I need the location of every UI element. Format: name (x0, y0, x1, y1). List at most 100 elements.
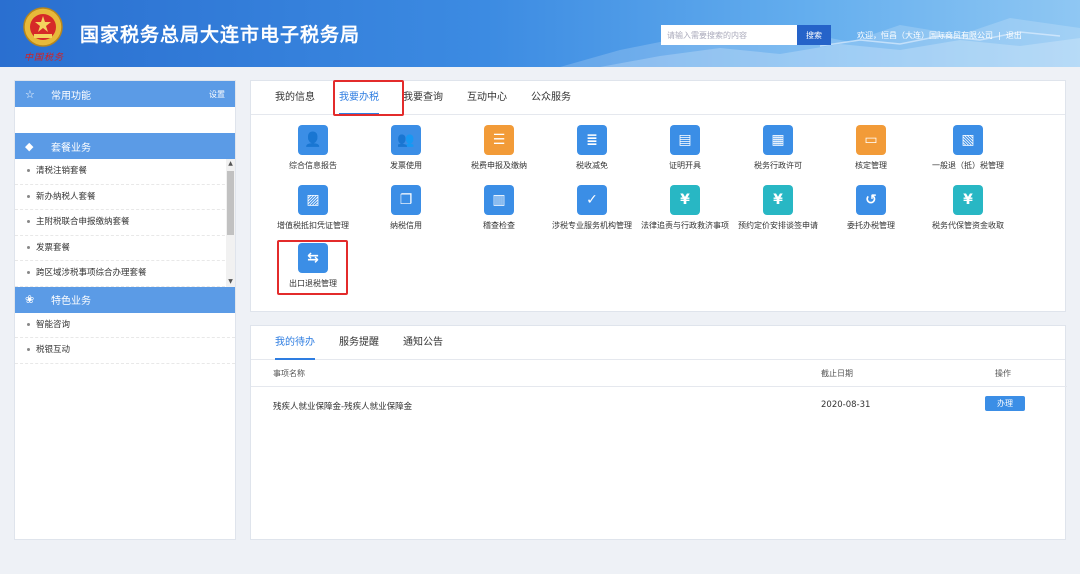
bullet-icon (27, 348, 30, 351)
doc-stamp-icon: ▨ (298, 185, 328, 215)
tab-interaction[interactable]: 互动中心 (457, 81, 517, 114)
special-item-label: 智能咨询 (36, 319, 71, 330)
tax-emblem-icon (23, 7, 63, 47)
site-header: 中国税务 国家税务总局大连市电子税务局 搜索 欢迎，恒昌（大连）国际商贸有限公司… (0, 0, 1080, 67)
todo-panel: 我的待办 服务提醒 通知公告 事项名称 截止日期 操作 残疾人就业保障金-残疾人… (250, 325, 1067, 540)
bullet-icon (27, 322, 30, 326)
certificate-icon: ▤ (670, 125, 700, 155)
service-item[interactable]: ▭ 核定管理 (824, 125, 918, 171)
logout-link[interactable]: 退出 (1006, 31, 1022, 40)
people-icon: 👥 (391, 125, 421, 155)
doc-copy-icon: ❐ (391, 185, 421, 215)
service-item[interactable]: ▦ 税务行政许可 (731, 125, 825, 171)
package-item-label: 新办纳税人套餐 (36, 191, 96, 202)
service-item[interactable]: ❐ 纳税信用 (359, 185, 453, 231)
package-item-label: 跨区域涉税事项综合办理套餐 (36, 268, 147, 278)
common-functions-title: 常用功能 (51, 90, 91, 102)
service-label: 纳税信用 (390, 221, 422, 230)
search-input[interactable] (661, 25, 797, 45)
settings-link[interactable]: 设置 (209, 89, 225, 100)
highlight-box-tab (333, 80, 404, 116)
package-item[interactable]: 清税注销套餐 (15, 159, 235, 185)
package-item[interactable]: 主附税联合申报缴纳套餐 (15, 210, 235, 236)
scroll-down-icon[interactable]: ▼ (226, 277, 235, 287)
common-functions-list (15, 107, 235, 133)
yen-search-icon: ¥ (670, 185, 700, 215)
service-item[interactable]: ≣ 税收减免 (545, 125, 639, 171)
tab-service-reminder[interactable]: 服务提醒 (329, 326, 389, 359)
package-item[interactable]: 发票套餐 (15, 236, 235, 261)
tab-notice[interactable]: 通知公告 (393, 326, 453, 359)
special-header: ❀ 特色业务 (15, 286, 235, 313)
sidebar: ☆ 常用功能 设置 ◆ 套餐业务 清税注销套餐 新办纳税人套餐 主附税联合申报缴… (14, 80, 236, 540)
stack-icon: ☰ (484, 125, 514, 155)
service-label: 税务行政许可 (754, 161, 802, 170)
bullet-icon (27, 245, 30, 249)
scroll-up-icon[interactable]: ▲ (226, 159, 235, 169)
service-label: 综合信息报告 (289, 161, 337, 170)
service-label: 涉税专业服务机构管理 (552, 221, 632, 230)
history-icon: ↺ (856, 185, 886, 215)
service-item[interactable]: 👥 发票使用 (359, 125, 453, 171)
doc-person-icon: ▦ (763, 125, 793, 155)
site-title: 国家税务总局大连市电子税务局 (80, 24, 361, 46)
layers-icon: ◆ (25, 139, 34, 153)
handle-button[interactable]: 办理 (985, 396, 1025, 411)
package-item-label: 发票套餐 (36, 242, 71, 253)
package-item[interactable]: 新办纳税人套餐 (15, 185, 235, 210)
bullet-icon (27, 271, 30, 274)
special-item-label: 税银互动 (36, 345, 71, 355)
tab-my-todo[interactable]: 我的待办 (265, 326, 325, 360)
service-label: 税收减免 (576, 161, 608, 170)
service-item[interactable]: ✓ 涉税专业服务机构管理 (545, 185, 639, 231)
service-item[interactable]: ▧ 一般退（抵）税管理 (921, 125, 1015, 171)
flower-icon: ❀ (25, 293, 35, 306)
package-item-label: 清税注销套餐 (36, 166, 88, 176)
service-item[interactable]: ▥ 稽查检查 (452, 185, 546, 231)
service-item[interactable]: ¥ 法律追责与行政救济事项 (638, 185, 732, 231)
col-item-name: 事项名称 (273, 369, 305, 378)
service-label: 稽查检查 (483, 221, 515, 230)
todo-deadline: 2020-08-31 (821, 400, 871, 410)
package-list: 清税注销套餐 新办纳税人套餐 主附税联合申报缴纳套餐 发票套餐 跨区域涉税事项综… (15, 159, 235, 287)
welcome-bar: 欢迎，恒昌（大连）国际商贸有限公司 | 退出 (857, 30, 1022, 41)
service-label: 一般退（抵）税管理 (932, 161, 1004, 170)
tab-public-service[interactable]: 公众服务 (521, 81, 581, 114)
service-label: 发票使用 (390, 161, 422, 170)
service-item[interactable]: ¥ 税务代保管资金收取 (921, 185, 1015, 231)
package-header: ◆ 套餐业务 (15, 133, 235, 159)
scroll-thumb[interactable] (227, 171, 234, 235)
service-label: 委托办税管理 (847, 221, 895, 230)
service-item[interactable]: ▨ 增值税抵扣凭证管理 (266, 185, 360, 231)
package-item-label: 主附税联合申报缴纳套餐 (36, 217, 130, 227)
service-label: 核定管理 (855, 161, 887, 170)
cabinet-icon: ▥ (484, 185, 514, 215)
col-action: 操作 (995, 369, 1011, 378)
special-title: 特色业务 (51, 296, 91, 307)
doc-check-icon: ✓ (577, 185, 607, 215)
service-item[interactable]: ▤ 证明开具 (638, 125, 732, 171)
service-label: 证明开具 (669, 161, 701, 170)
service-label: 增值税抵扣凭证管理 (277, 221, 349, 230)
services-panel: 我的信息 我要办税 我要查询 互动中心 公众服务 👤 综合信息报告 👥 发票使用 ☰ 税费… (250, 80, 1066, 312)
package-scrollbar[interactable]: ▲ ▼ (226, 159, 235, 287)
special-item[interactable]: 税银互动 (15, 338, 235, 364)
package-item[interactable]: 跨区域涉税事项综合办理套餐 (15, 261, 235, 287)
service-item[interactable]: ☰ 税费申报及缴纳 (452, 125, 546, 171)
service-label: 税费申报及缴纳 (471, 161, 527, 170)
special-item[interactable]: 智能咨询 (15, 313, 235, 338)
service-label: 预约定价安排谈签申请 (738, 221, 818, 230)
welcome-text: 欢迎，恒昌（大连）国际商贸有限公司 (857, 31, 993, 40)
service-label: 税务代保管资金收取 (932, 221, 1004, 230)
monitor-icon: ▭ (856, 125, 886, 155)
doc-refund-icon: ▧ (953, 125, 983, 155)
tab-my-info[interactable]: 我的信息 (265, 81, 325, 114)
search-button[interactable]: 搜索 (797, 25, 831, 45)
todo-tabs: 我的待办 服务提醒 通知公告 (251, 326, 1065, 360)
bullet-icon (27, 169, 30, 172)
person-card-icon: 👤 (298, 125, 328, 155)
separator: | (998, 31, 1001, 40)
service-item[interactable]: 👤 综合信息报告 (266, 125, 360, 171)
service-item[interactable]: ¥ 预约定价安排谈签申请 (731, 185, 825, 231)
service-item[interactable]: ↺ 委托办税管理 (824, 185, 918, 231)
